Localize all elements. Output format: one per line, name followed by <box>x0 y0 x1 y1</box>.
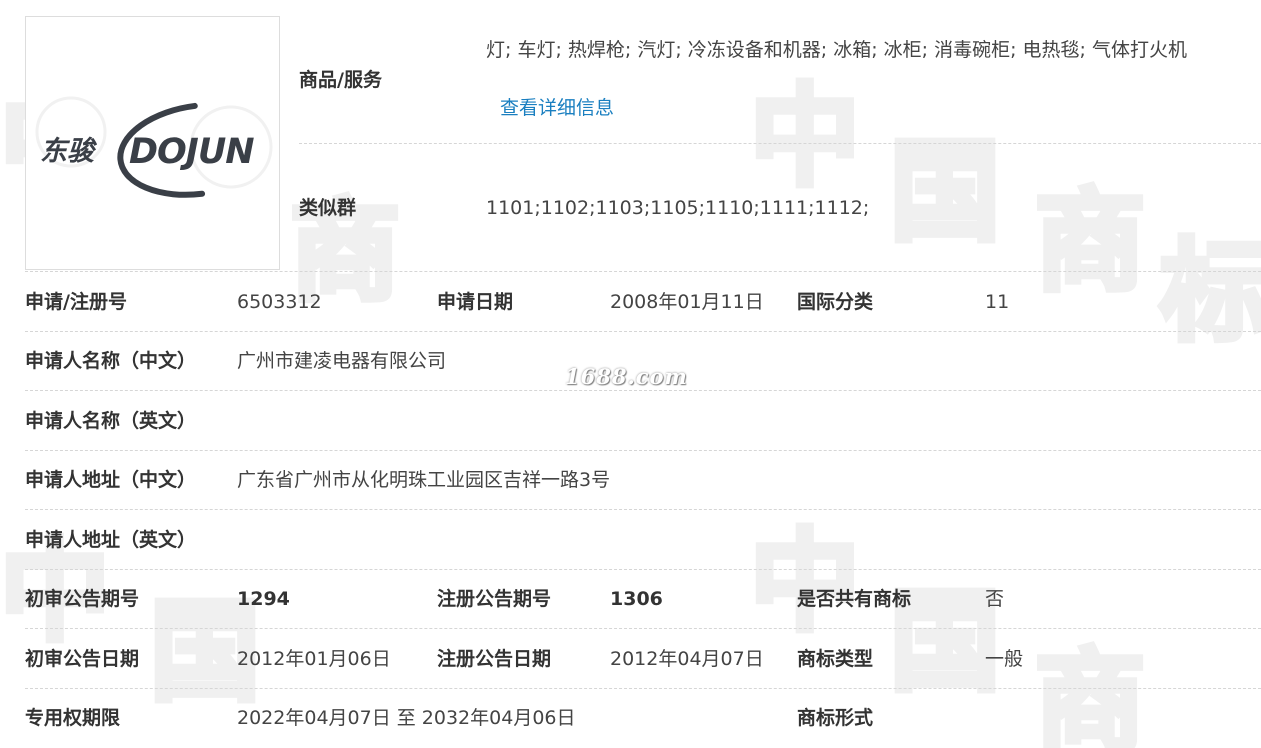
row-divider <box>25 450 1261 451</box>
watermark-char: 标 <box>1160 228 1261 356</box>
row-divider <box>299 143 1261 144</box>
registration-number-label: 申请/注册号 <box>25 291 127 313</box>
shared-trademark-value: 否 <box>985 588 1005 610</box>
applicant-address-cn-value: 广东省广州市从化明珠工业园区吉祥一路3号 <box>237 469 611 491</box>
row-divider <box>25 628 1261 629</box>
exclusive-right-term-label: 专用权期限 <box>25 707 121 729</box>
international-class-label: 国际分类 <box>797 291 874 313</box>
exclusive-right-term-value: 2022年04月07日 至 2032年04月06日 <box>237 707 576 729</box>
watermark-char: 商 <box>1035 638 1145 748</box>
trademark-form-label: 商标形式 <box>797 707 874 729</box>
row-divider <box>25 509 1261 510</box>
applicant-address-en-label: 申请人地址（英文） <box>25 529 197 551</box>
applicant-name-cn-label: 申请人名称（中文） <box>25 350 197 372</box>
watermark-char: 国 <box>890 128 1000 256</box>
international-class-value: 11 <box>985 291 1010 313</box>
applicant-name-cn-value: 广州市建凌电器有限公司 <box>237 350 447 372</box>
registration-issue-number-value: 1306 <box>610 588 663 610</box>
preliminary-date-value: 2012年01月06日 <box>237 648 391 670</box>
watermark-char: 商 <box>1035 178 1145 306</box>
watermark-char: 中 <box>750 518 860 646</box>
applicant-name-en-label: 申请人名称（英文） <box>25 410 197 432</box>
trademark-type-value: 一般 <box>985 648 1024 670</box>
applicant-address-cn-label: 申请人地址（中文） <box>25 469 197 491</box>
similar-group-label: 类似群 <box>299 197 357 219</box>
view-details-link[interactable]: 查看详细信息 <box>500 96 614 120</box>
registration-issue-number-label: 注册公告期号 <box>437 588 552 610</box>
site-watermark: 1688.com <box>565 364 688 389</box>
application-date-label: 申请日期 <box>437 291 514 313</box>
similar-group-value: 1101;1102;1103;1105;1110;1111;1112; <box>486 197 870 219</box>
shared-trademark-label: 是否共有商标 <box>797 588 912 610</box>
preliminary-issue-number-value: 1294 <box>237 588 290 610</box>
trademark-type-label: 商标类型 <box>797 648 874 670</box>
trademark-image[interactable]: 东骏 DOJUN <box>25 16 280 270</box>
registration-number-value: 6503312 <box>237 291 322 313</box>
row-divider <box>25 569 1261 570</box>
registration-date-value: 2012年04月07日 <box>610 648 764 670</box>
logo-chinese-text: 东骏 <box>40 136 98 167</box>
preliminary-issue-number-label: 初审公告期号 <box>25 588 140 610</box>
row-divider <box>25 688 1261 689</box>
application-date-value: 2008年01月11日 <box>610 291 764 313</box>
row-divider <box>25 271 1261 272</box>
row-divider <box>25 390 1261 391</box>
goods-services-label: 商品/服务 <box>299 69 382 91</box>
dojun-logo: 东骏 DOJUN <box>35 96 273 198</box>
row-divider <box>25 331 1261 332</box>
watermark-char: 中 <box>750 73 860 201</box>
preliminary-date-label: 初审公告日期 <box>25 648 140 670</box>
goods-services-value: 灯; 车灯; 热焊枪; 汽灯; 冷冻设备和机器; 冰箱; 冰柜; 消毒碗柜; 电… <box>486 39 1187 61</box>
registration-date-label: 注册公告日期 <box>437 648 552 670</box>
logo-english-text: DOJUN <box>129 132 254 172</box>
